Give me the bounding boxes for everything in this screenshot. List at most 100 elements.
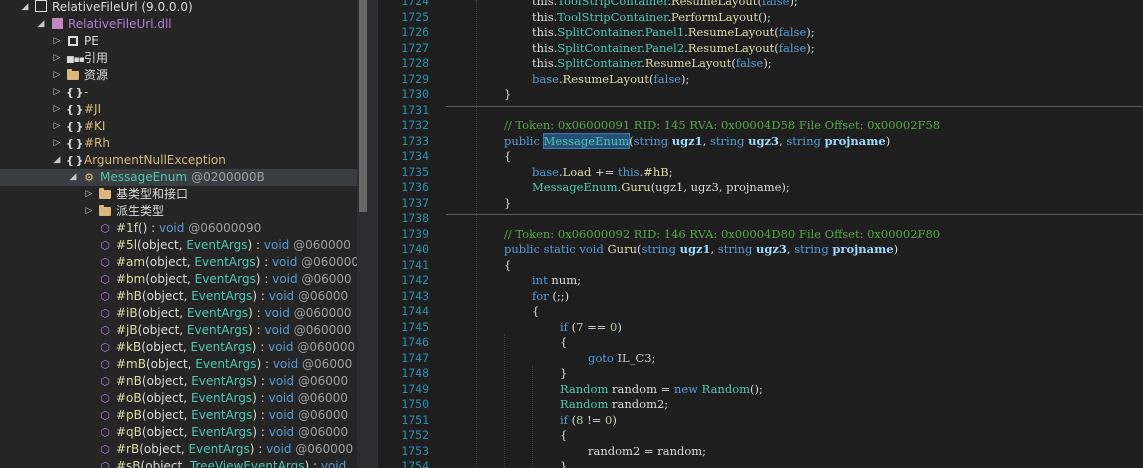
code-token[interactable]: Panel2	[645, 41, 684, 55]
namespace-icon: { }	[66, 86, 83, 99]
code-token[interactable]: SplitContainer	[557, 41, 641, 55]
code-line[interactable]: {	[560, 334, 567, 350]
method-arg-type: EventArgs	[186, 238, 248, 252]
method-return-type: void	[268, 408, 295, 422]
method-icon: ⬡	[100, 341, 110, 354]
code-line[interactable]: this.ToolStripContainer.PerformLayout();	[532, 9, 771, 25]
code-token[interactable]: ResumeLayout	[688, 41, 774, 55]
line-number: 1740	[401, 242, 429, 256]
code-token[interactable]: ToolStripContainer	[557, 0, 667, 8]
code-token[interactable]: Guru	[607, 242, 637, 256]
code-line[interactable]: public static void Guru(string ugz1, str…	[504, 241, 898, 257]
code-line[interactable]: MessageEnum.Guru(ugz1, ugz3, projname);	[532, 179, 790, 195]
collapsed-arrow-icon[interactable]: ▷	[52, 118, 62, 135]
code-line[interactable]: this.SplitContainer.Panel1.ResumeLayout(…	[532, 24, 815, 40]
code-token[interactable]: SplitContainer	[557, 56, 641, 70]
method-return-type: void	[268, 374, 295, 388]
collapsed-arrow-icon[interactable]: ▷	[84, 203, 94, 220]
code-token[interactable]: Guru	[621, 180, 651, 194]
line-number: 1748	[401, 366, 429, 380]
expanded-arrow-icon[interactable]: ◢	[52, 152, 62, 169]
code-line[interactable]: Random random = new Random();	[560, 381, 763, 397]
tree-item[interactable]: ◢ ⚙ MessageEnum @0200000B	[0, 169, 357, 186]
expanded-arrow-icon[interactable]: ◢	[36, 16, 46, 33]
method-token: @060000	[289, 323, 352, 337]
collapsed-arrow-icon[interactable]: ▷	[52, 84, 62, 101]
code-line[interactable]: base.ResumeLayout(false);	[532, 71, 689, 87]
method-icon: ⬡	[100, 358, 110, 371]
code-line[interactable]: for (;;)	[532, 288, 569, 304]
code-token: // Token: 0x06000091 RID: 145 RVA: 0x000…	[504, 118, 941, 132]
code-editor[interactable]: 1724 1725 1726 1727 1728 1729 1730 1731 1732 1733…	[378, 0, 1143, 468]
method-name: #rB	[116, 442, 140, 456]
code-line[interactable]: {	[532, 303, 539, 319]
code-token: {	[504, 257, 512, 272]
line-number: 1749	[401, 381, 429, 396]
namespace-icon: { }	[66, 120, 83, 133]
expanded-arrow-icon[interactable]: ◢	[68, 169, 78, 186]
code-token[interactable]: Panel1	[645, 25, 684, 39]
assembly-explorer-tree[interactable]: ◢ RelativeFileUrl (9.0.0.0) ◢ RelativeFileU…	[0, 0, 357, 468]
line-number: 1745	[401, 319, 429, 334]
line-number: 1746	[401, 335, 429, 349]
code-line[interactable]: goto IL_C3;	[588, 350, 655, 366]
code-token[interactable]: Random	[560, 397, 612, 411]
code-line[interactable]: int num;	[532, 272, 581, 288]
tree-scrollbar[interactable]	[357, 0, 369, 468]
code-token: (;;)	[552, 288, 570, 303]
code-line[interactable]: Random random2;	[560, 396, 668, 412]
highlighted-token[interactable]: MessageEnum	[542, 132, 631, 149]
line-number: 1733	[401, 133, 429, 148]
code-line[interactable]: {	[504, 257, 511, 273]
code-line[interactable]: random2 = random;	[588, 443, 706, 459]
code-line[interactable]: {	[504, 148, 511, 164]
pe-icon	[66, 33, 80, 50]
code-token: {	[560, 335, 568, 349]
code-line[interactable]: base.Load += this.#hB;	[532, 164, 673, 180]
code-line[interactable]: }	[560, 458, 567, 468]
collapsed-arrow-icon[interactable]: ▷	[52, 50, 62, 67]
code-line[interactable]: if (8 != 0)	[560, 412, 617, 428]
code-token: {	[560, 428, 568, 442]
code-token[interactable]: ToolStripContainer	[557, 10, 667, 24]
expanded-arrow-icon[interactable]: ◢	[20, 0, 30, 16]
code-token[interactable]: SplitContainer	[557, 25, 641, 39]
code-token[interactable]: Load	[563, 165, 592, 179]
collapsed-arrow-icon[interactable]: ▷	[52, 33, 62, 50]
code-line[interactable]: this.SplitContainer.ResumeLayout(false);	[532, 55, 772, 71]
namespace-icon: { }	[66, 103, 83, 116]
method-arg-type: EventArgs	[186, 323, 249, 337]
code-line[interactable]: public MessageEnum(string ugz1, string u…	[504, 132, 890, 149]
collapsed-arrow-icon[interactable]: ▷	[52, 67, 62, 84]
code-token: IL_C3	[617, 350, 652, 365]
code-token: projname	[824, 133, 886, 148]
code-line[interactable]: // Token: 0x06000092 RID: 146 RVA: 0x000…	[504, 226, 940, 242]
collapsed-arrow-icon[interactable]: ▷	[52, 135, 62, 152]
method-icon: ⬡	[100, 460, 110, 468]
code-token[interactable]: MessageEnum	[532, 180, 618, 194]
code-token: }	[560, 366, 568, 380]
line-number: 1742	[401, 273, 429, 287]
panel-splitter[interactable]	[369, 0, 378, 468]
tree-scrollbar-thumb[interactable]	[359, 0, 367, 212]
code-token[interactable]: PerformLayout	[671, 10, 758, 24]
code-line[interactable]: }	[504, 86, 511, 102]
code-token[interactable]: ResumeLayout	[671, 0, 757, 8]
line-number: 1747	[401, 350, 429, 365]
code-line[interactable]: // Token: 0x06000091 RID: 145 RVA: 0x000…	[504, 117, 940, 133]
code-token[interactable]: Random	[702, 382, 750, 396]
code-token[interactable]: #hB	[643, 165, 669, 179]
code-line[interactable]: }	[560, 365, 567, 381]
code-line[interactable]: if (7 == 0)	[560, 319, 622, 335]
collapsed-arrow-icon[interactable]: ▷	[84, 186, 94, 203]
code-token[interactable]: ResumeLayout	[688, 25, 774, 39]
code-line[interactable]: }	[504, 195, 511, 211]
code-token[interactable]: ResumeLayout	[645, 56, 731, 70]
collapsed-arrow-icon[interactable]: ▷	[52, 101, 62, 118]
method-arg-type: EventArgs	[190, 391, 253, 405]
code-token[interactable]: ResumeLayout	[563, 72, 649, 86]
code-line[interactable]: {	[560, 427, 567, 443]
code-token[interactable]: Random	[560, 382, 612, 396]
code-token: this.	[532, 0, 558, 8]
code-line[interactable]: this.SplitContainer.Panel2.ResumeLayout(…	[532, 40, 815, 56]
